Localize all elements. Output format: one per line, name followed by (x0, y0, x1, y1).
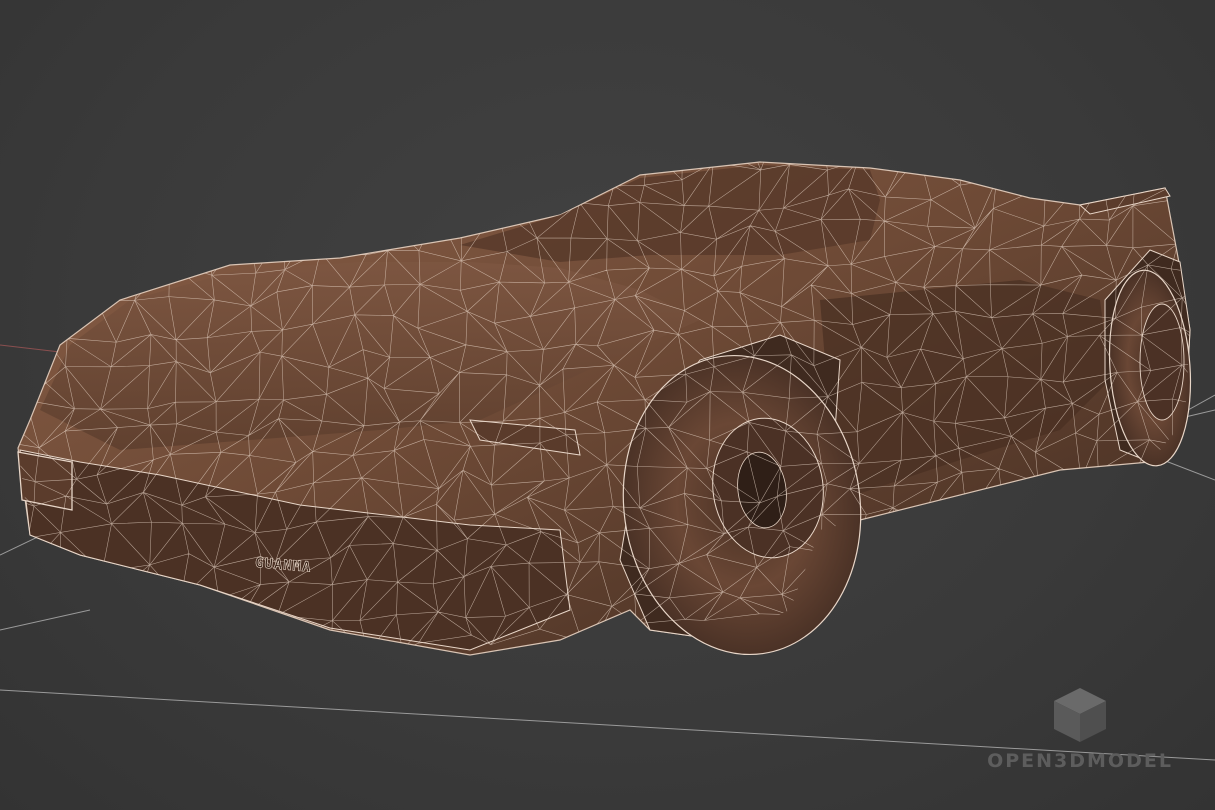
grid-line (0, 609, 91, 631)
axis-line (0, 344, 61, 353)
car-windshield (460, 165, 880, 262)
watermark-text: OPEN3DMODEL (987, 750, 1173, 772)
3d-viewport[interactable]: GUANMA OPEN3DMODEL (0, 0, 1215, 810)
watermark: OPEN3DMODEL (985, 682, 1175, 772)
cube-logo-icon (1054, 688, 1106, 742)
car-model: GUANMA (17, 161, 1192, 656)
rear-wheel-rim (1139, 303, 1185, 421)
